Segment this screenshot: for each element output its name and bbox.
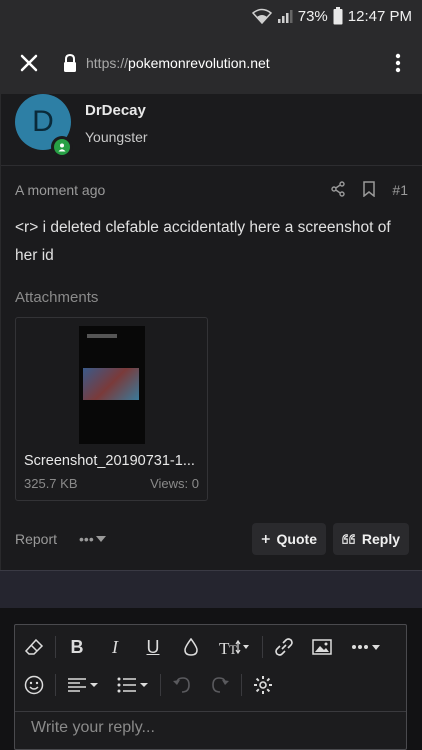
- post-footer: Report ••• Quote Reply: [15, 522, 409, 556]
- attachment-filename[interactable]: Screenshot_20190731-1...: [24, 453, 195, 469]
- quote-button[interactable]: Quote: [252, 523, 326, 555]
- share-icon[interactable]: [330, 180, 346, 200]
- eraser-icon[interactable]: [15, 631, 53, 663]
- editor-divider: [15, 711, 406, 712]
- thumbnail-header: [87, 334, 117, 338]
- link-icon[interactable]: [265, 631, 303, 663]
- reply-input[interactable]: Write your reply...: [31, 719, 155, 737]
- redo-icon[interactable]: [201, 669, 239, 701]
- url-domain: pokemonrevolution.net: [128, 55, 270, 71]
- more-options-icon[interactable]: [341, 631, 391, 663]
- avatar-letter: D: [32, 105, 54, 138]
- smiley-icon[interactable]: [15, 669, 53, 701]
- toolbar-separator: [241, 674, 242, 696]
- toolbar-separator: [262, 636, 263, 658]
- toolbar-separator: [160, 674, 161, 696]
- font-size-icon[interactable]: TT: [210, 631, 260, 663]
- clock: 12:47 PM: [347, 7, 412, 25]
- close-icon[interactable]: [14, 48, 44, 78]
- online-status-icon: [51, 136, 73, 158]
- toolbar-separator: [55, 674, 56, 696]
- post-body: <r> i deleted clefable accidentatly here…: [15, 219, 391, 264]
- attachments-label: Attachments: [15, 289, 99, 306]
- battery-icon: [333, 7, 343, 25]
- lock-icon: [62, 53, 78, 73]
- svg-text:T: T: [229, 642, 237, 656]
- attachment-size: 325.7 KB: [24, 476, 78, 491]
- post-timestamp[interactable]: A moment ago: [15, 182, 330, 198]
- reply-editor: B I U TT Write your reply...: [14, 624, 407, 750]
- list-icon[interactable]: [108, 669, 158, 701]
- post-header: D DrDecay Youngster: [1, 94, 422, 166]
- quote-label: Quote: [276, 531, 317, 547]
- post-meta: A moment ago #1: [15, 180, 408, 200]
- attachment-card[interactable]: Screenshot_20190731-1... 325.7 KB Views:…: [15, 317, 208, 501]
- plus-icon: [261, 535, 270, 543]
- status-bar: 73% 12:47 PM: [0, 0, 422, 32]
- more-label: •••: [79, 531, 94, 547]
- browser-url-bar: https://pokemonrevolution.net: [0, 32, 422, 94]
- settings-gear-icon[interactable]: [244, 669, 282, 701]
- more-actions-button[interactable]: •••: [79, 531, 106, 547]
- section-divider: [0, 570, 422, 608]
- toolbar-row-2: [15, 667, 406, 703]
- forum-post: D DrDecay Youngster A moment ago #1 <r> …: [0, 94, 422, 570]
- signal-icon: [277, 8, 293, 24]
- toolbar-row-1: B I U TT: [15, 629, 406, 665]
- undo-icon[interactable]: [163, 669, 201, 701]
- italic-icon[interactable]: I: [96, 631, 134, 663]
- url-scheme: https://: [86, 55, 129, 71]
- bold-icon[interactable]: B: [58, 631, 96, 663]
- quote-marks-icon: [342, 534, 355, 544]
- color-drop-icon[interactable]: [172, 631, 210, 663]
- report-link[interactable]: Report: [15, 531, 57, 547]
- attachment-thumbnail[interactable]: [79, 326, 145, 444]
- chevron-down-icon: [95, 536, 106, 542]
- reply-editor-section: B I U TT Write your reply...: [0, 608, 422, 750]
- toolbar-separator: [55, 636, 56, 658]
- user-title: Youngster: [85, 129, 148, 145]
- attachment-views: Views: 0: [150, 476, 199, 491]
- thumbnail-image: [83, 368, 139, 400]
- underline-icon[interactable]: U: [134, 631, 172, 663]
- url-text[interactable]: https://pokemonrevolution.net: [86, 55, 388, 71]
- wifi-icon: [251, 8, 272, 24]
- bookmark-icon[interactable]: [362, 180, 376, 200]
- reply-label: Reply: [361, 531, 400, 547]
- align-icon[interactable]: [58, 669, 108, 701]
- post-number[interactable]: #1: [392, 182, 408, 198]
- battery-percent: 73%: [297, 7, 328, 25]
- username[interactable]: DrDecay: [85, 102, 148, 119]
- image-icon[interactable]: [303, 631, 341, 663]
- user-info: DrDecay Youngster: [85, 102, 148, 145]
- overflow-menu-icon[interactable]: [388, 48, 408, 78]
- reply-button[interactable]: Reply: [333, 523, 409, 555]
